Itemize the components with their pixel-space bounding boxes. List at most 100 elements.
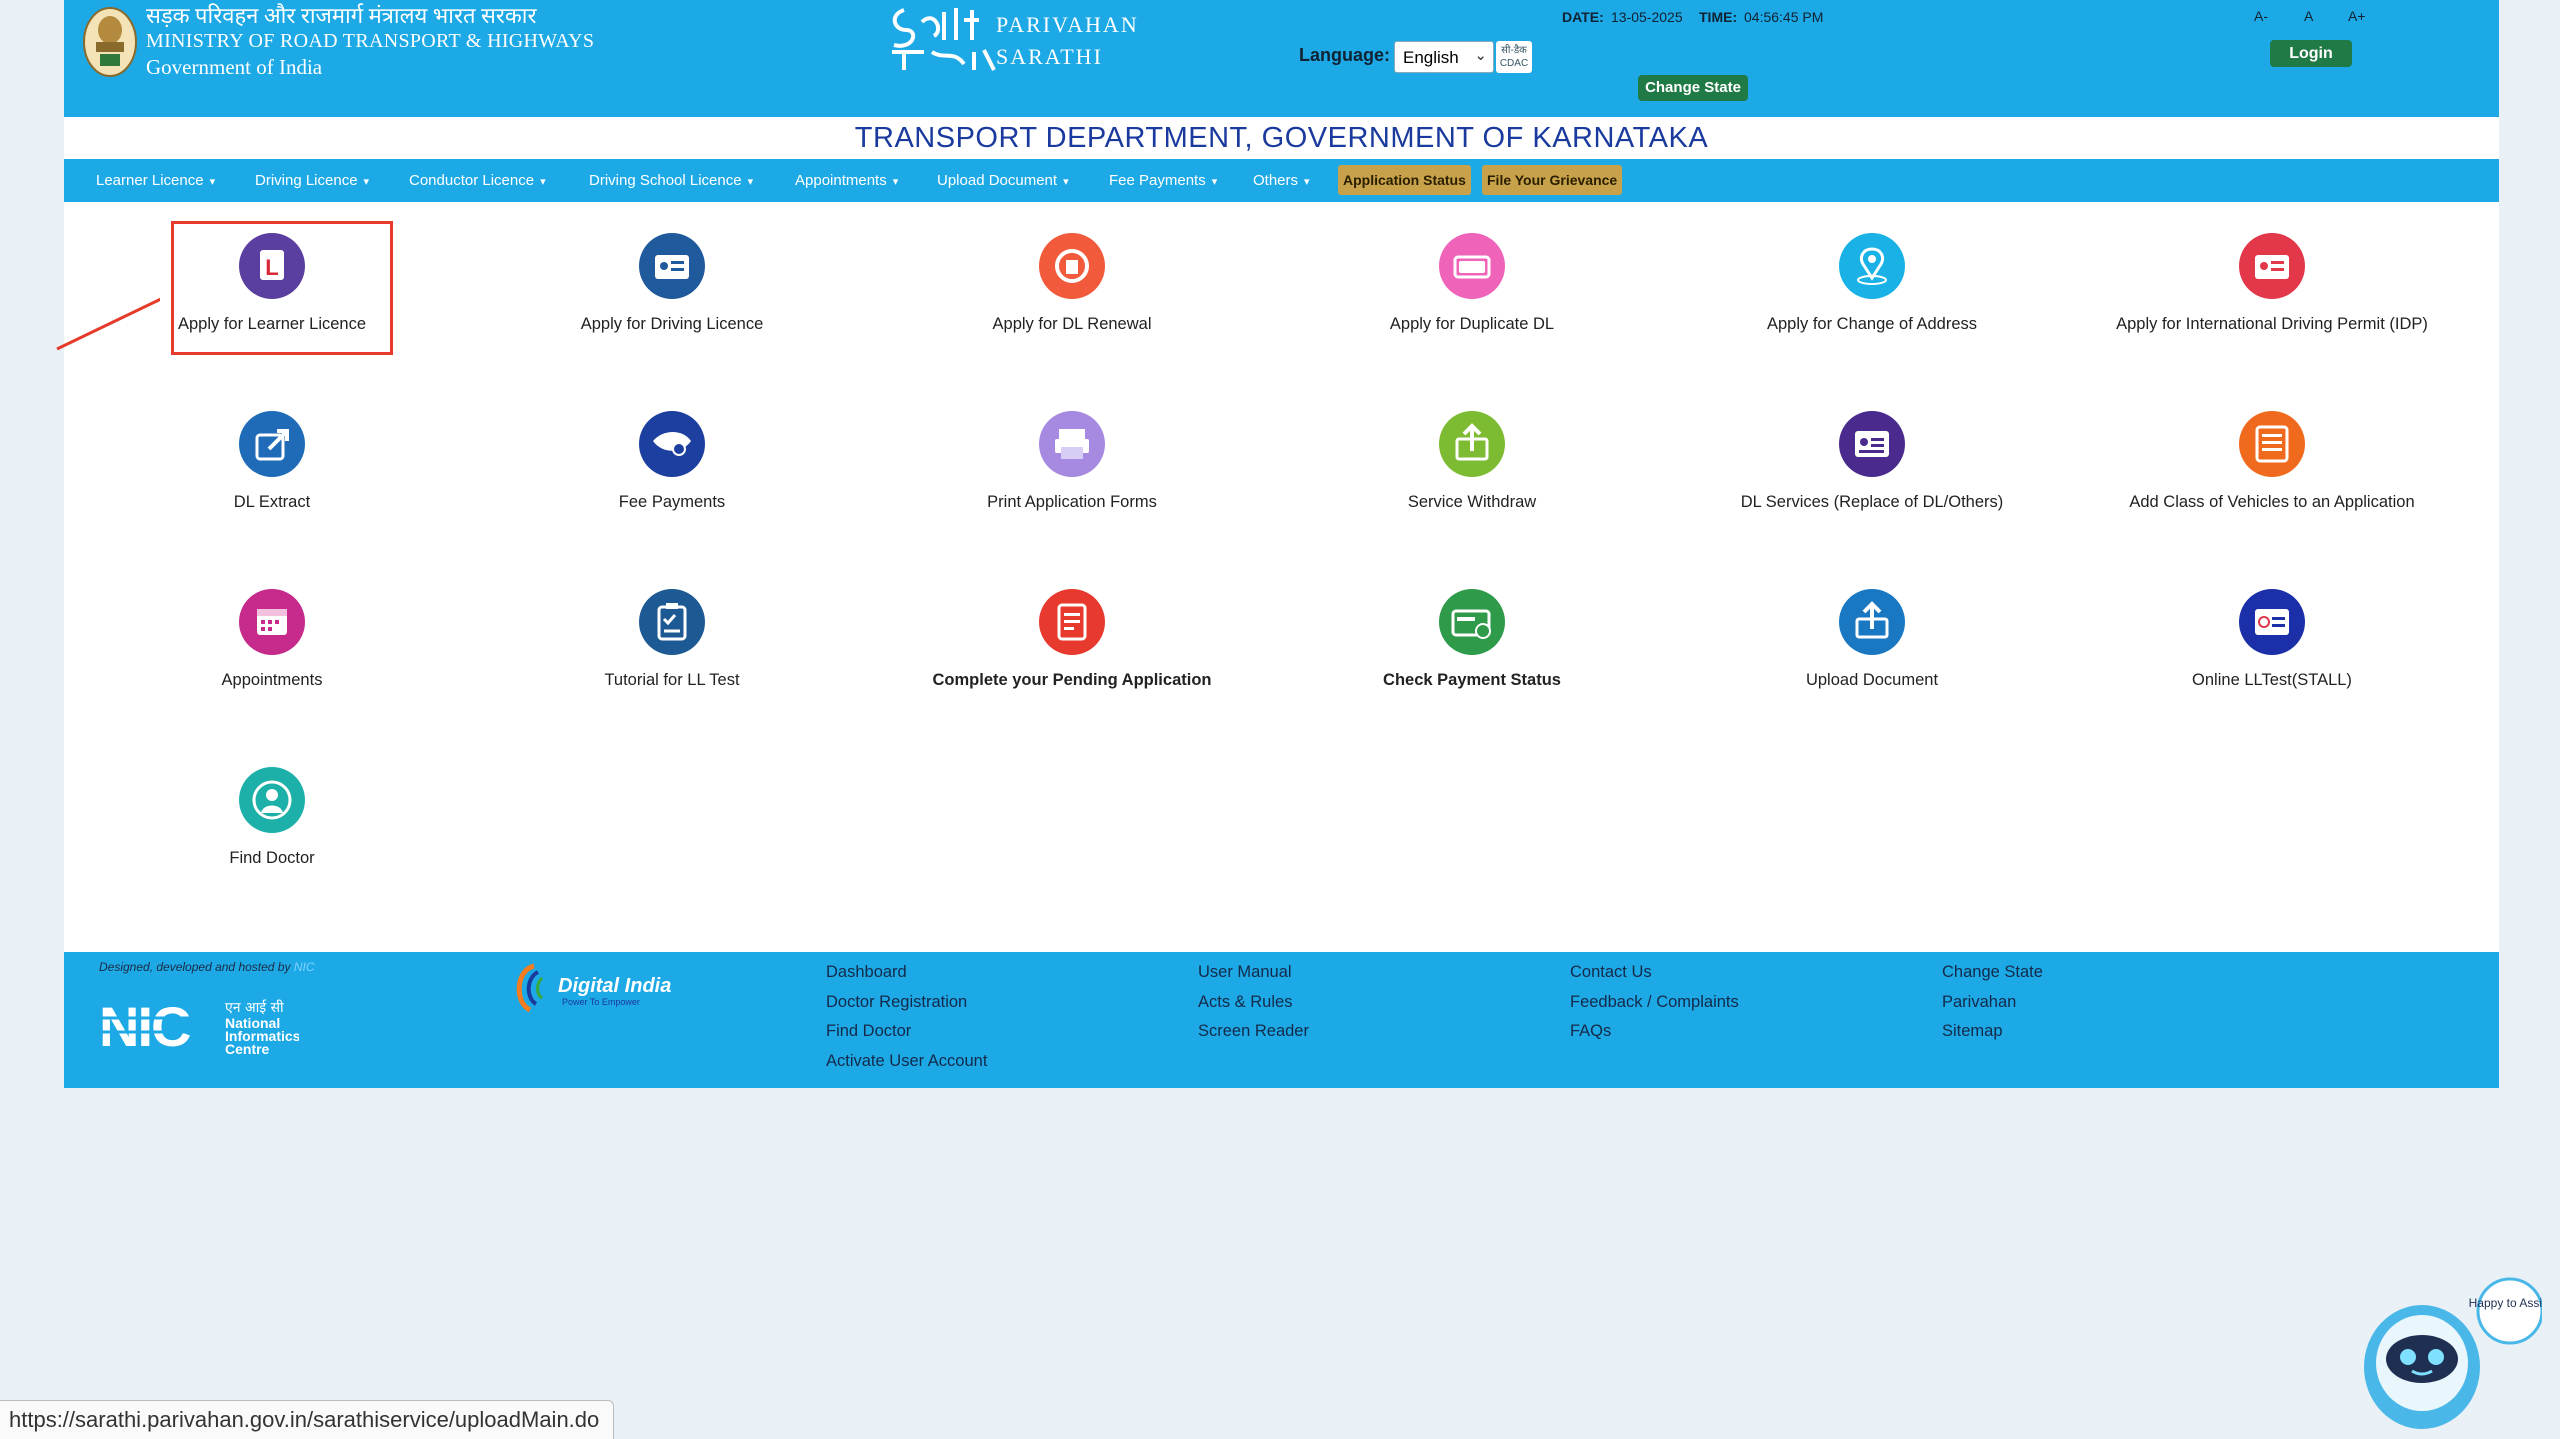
- service-tile[interactable]: Apply for International Driving Permit (…: [2072, 233, 2472, 334]
- footer-link[interactable]: Screen Reader: [1198, 1022, 1309, 1041]
- service-tile[interactable]: Complete your Pending Application: [872, 589, 1272, 690]
- service-tile[interactable]: DL Services (Replace of DL/Others): [1672, 411, 2072, 512]
- caret-down-icon: ▾: [892, 176, 899, 188]
- nav-appointments[interactable]: Appointments ▾: [795, 159, 898, 202]
- footer-link[interactable]: Change State: [1942, 963, 2043, 982]
- service-tile[interactable]: Fee Payments: [472, 411, 872, 512]
- language-select[interactable]: English ⌄: [1394, 41, 1494, 73]
- fee-payments-icon: [639, 411, 705, 477]
- service-label: Find Doctor: [229, 849, 315, 867]
- service-tile[interactable]: Appointments: [72, 589, 472, 690]
- service-tile[interactable]: Online LLTest(STALL): [2072, 589, 2472, 690]
- online-lltest-icon: [2239, 589, 2305, 655]
- service-tile[interactable]: Print Application Forms: [872, 411, 1272, 512]
- service-label: Apply for Duplicate DL: [1389, 315, 1555, 333]
- service-tile[interactable]: Apply for Change of Address: [1672, 233, 2072, 334]
- service-label: Add Class of Vehicles to an Application: [2129, 493, 2415, 511]
- service-label: Apply for International Driving Permit (…: [2116, 315, 2428, 333]
- nav-fee-payments[interactable]: Fee Payments ▾: [1109, 159, 1217, 202]
- driving-licence-icon: [639, 233, 705, 299]
- nav-label: Conductor Licence: [409, 172, 535, 189]
- language-label: Language:: [1299, 45, 1391, 65]
- find-doctor-icon: [239, 767, 305, 833]
- service-tile[interactable]: Apply for Duplicate DL: [1272, 233, 1672, 334]
- nav-upload-document[interactable]: Upload Document ▾: [937, 159, 1069, 202]
- dl-renewal-icon: [1039, 233, 1105, 299]
- service-label: Tutorial for LL Test: [604, 671, 740, 689]
- digital-india-tagline: Power To Empower: [562, 997, 640, 1007]
- credit-org-link[interactable]: NIC: [294, 960, 315, 974]
- footer-link[interactable]: Acts & Rules: [1198, 993, 1292, 1012]
- nic-hindi-text: एन आई सी: [225, 999, 284, 1016]
- service-tile[interactable]: DL Extract: [72, 411, 472, 512]
- footer-link[interactable]: Dashboard: [826, 963, 907, 982]
- footer-link[interactable]: Find Doctor: [826, 1022, 911, 1041]
- government-of-india-text: Government of India: [146, 55, 323, 79]
- footer-link[interactable]: Doctor Registration: [826, 993, 967, 1012]
- service-tile[interactable]: Apply for Driving Licence: [472, 233, 872, 334]
- nav-driving-licence[interactable]: Driving Licence ▾: [255, 159, 369, 202]
- service-label: Apply for DL Renewal: [992, 315, 1152, 333]
- footer-link[interactable]: Parivahan: [1942, 993, 2016, 1012]
- service-label: Upload Document: [1805, 671, 1939, 689]
- page-container: सड़क परिवहन और राजमार्ग मंत्रालय भारत सर…: [64, 0, 2499, 1088]
- payment-status-icon: [1439, 589, 1505, 655]
- nav-driving-school-licence[interactable]: Driving School Licence ▾: [589, 159, 753, 202]
- department-title: TRANSPORT DEPARTMENT, GOVERNMENT OF KARN…: [854, 122, 1709, 154]
- service-tile[interactable]: Add Class of Vehicles to an Application: [2072, 411, 2472, 512]
- service-withdraw-icon: [1439, 411, 1505, 477]
- caret-down-icon: ▾: [1304, 176, 1310, 188]
- service-tile[interactable]: Check Payment Status: [1272, 589, 1672, 690]
- sarathi-brand-text: SARATHI: [996, 44, 1103, 69]
- footer-link[interactable]: FAQs: [1570, 1022, 1611, 1041]
- file-grievance-button[interactable]: File Your Grievance: [1482, 165, 1623, 195]
- nic-line3: Centre: [225, 1041, 270, 1057]
- font-increase-button[interactable]: A+: [2348, 8, 2366, 24]
- pending-application-icon: [1039, 589, 1105, 655]
- service-tile[interactable]: Apply for DL Renewal: [872, 233, 1272, 334]
- idp-icon: [2239, 233, 2305, 299]
- caret-down-icon: ▾: [1211, 176, 1218, 188]
- appointments-calendar-icon: [239, 589, 305, 655]
- sarathi-logo-icon[interactable]: [884, 0, 1004, 72]
- service-label: Print Application Forms: [987, 493, 1157, 511]
- chatbot-assistant-icon[interactable]: Happy to Assist: [2362, 1275, 2542, 1435]
- font-normal-button[interactable]: A: [2304, 8, 2313, 24]
- service-label: Online LLTest(STALL): [2192, 671, 2352, 689]
- service-tile[interactable]: Find Doctor: [72, 767, 472, 868]
- change-address-icon: [1839, 233, 1905, 299]
- upload-document-icon: [1839, 589, 1905, 655]
- nav-conductor-licence[interactable]: Conductor Licence ▾: [409, 159, 546, 202]
- print-forms-icon: [1039, 411, 1105, 477]
- application-status-button[interactable]: Application Status: [1338, 165, 1471, 195]
- nav-label: Fee Payments: [1109, 172, 1206, 189]
- tutorial-clipboard-icon: [639, 589, 705, 655]
- date-value: 13-05-2025: [1611, 9, 1683, 25]
- footer-link[interactable]: Feedback / Complaints: [1570, 993, 1739, 1012]
- annotation-highlight-box: [171, 221, 393, 355]
- digital-india-logo-icon: Digital India Power To Empower: [516, 963, 671, 1013]
- credit-text: Designed, developed and hosted by: [99, 960, 291, 974]
- nav-others[interactable]: Others ▾: [1253, 159, 1310, 202]
- nav-learner-licence[interactable]: Learner Licence ▾: [96, 159, 215, 202]
- service-tile[interactable]: Service Withdraw: [1272, 411, 1672, 512]
- login-button[interactable]: Login: [2270, 40, 2352, 67]
- footer-link[interactable]: User Manual: [1198, 963, 1292, 982]
- footer-link[interactable]: Contact Us: [1570, 963, 1652, 982]
- service-label: Check Payment Status: [1383, 671, 1561, 689]
- caret-down-icon: ▾: [747, 176, 754, 188]
- footer-link[interactable]: Activate User Account: [826, 1052, 987, 1071]
- duplicate-dl-icon: [1439, 233, 1505, 299]
- nav-label: Learner Licence: [96, 172, 204, 189]
- svg-text:NIC: NIC: [99, 995, 190, 1058]
- service-tile[interactable]: Upload Document: [1672, 589, 2072, 690]
- footer-link[interactable]: Sitemap: [1942, 1022, 2003, 1041]
- service-tile[interactable]: Tutorial for LL Test: [472, 589, 872, 690]
- government-hindi-title: सड़क परिवहन और राजमार्ग मंत्रालय भारत सर…: [146, 3, 537, 28]
- cdac-logo-icon: सी-डैक CDAC: [1496, 41, 1532, 73]
- main-nav: Learner Licence ▾ Driving Licence ▾ Conduc…: [64, 159, 2499, 202]
- change-state-button[interactable]: Change State: [1638, 75, 1748, 101]
- chevron-down-icon: ⌄: [1474, 47, 1487, 64]
- annotation-arrow-icon: [56, 297, 160, 351]
- font-decrease-button[interactable]: A-: [2254, 8, 2268, 24]
